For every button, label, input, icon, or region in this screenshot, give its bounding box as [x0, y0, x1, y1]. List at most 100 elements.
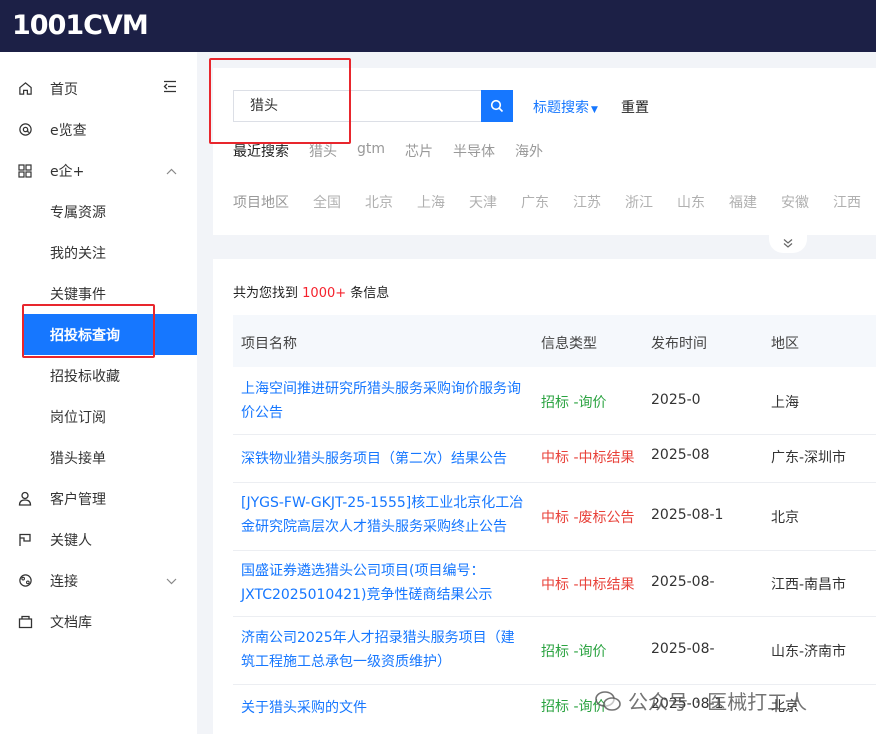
grid-icon	[17, 163, 33, 179]
result-count-prefix: 共为您找到	[233, 286, 299, 301]
table-row[interactable]: 深铁物业猎头服务项目（第二次）结果公告 中标 -中标结果 2025-08 广东-…	[233, 435, 876, 483]
brand-logo[interactable]: 1001CVM	[12, 11, 149, 41]
sidebar-item-label: 招投标收藏	[50, 368, 120, 385]
sidebar-item-bid-search[interactable]: 招投标查询	[22, 314, 197, 355]
recent-tag[interactable]: 半导体	[453, 141, 495, 161]
caret-down-icon: ▼	[591, 105, 598, 115]
search-mode-label: 标题搜索	[533, 100, 589, 116]
region-option[interactable]: 天津	[469, 192, 497, 212]
table-header: 项目名称 信息类型 发布时间 地区	[233, 315, 876, 367]
reset-button[interactable]: 重置	[621, 97, 649, 117]
publish-date: 2025-08	[651, 447, 710, 463]
result-count-suffix: 条信息	[350, 286, 390, 301]
project-name-link[interactable]: [JYGS-FW-GKJT-25-1555]核工业北京化工冶金研究院高层次人才猎…	[241, 491, 525, 539]
sidebar-item-elancha[interactable]: e览查	[0, 109, 197, 150]
recent-searches-label: 最近搜索	[233, 144, 289, 160]
project-name-link[interactable]: 深铁物业猎头服务项目（第二次）结果公告	[241, 447, 525, 471]
search-mode-dropdown[interactable]: 标题搜索 ▼	[533, 97, 598, 117]
project-name-link[interactable]: 济南公司2025年人才招录猎头服务项目（建筑工程施工总承包一级资质维护）	[241, 626, 525, 674]
sidebar: 首页 e览查 e企+ 专属资源 我的关注 关键事件 招投标查询 招投标收藏 岗位…	[0, 52, 197, 734]
region-option[interactable]: 上海	[417, 192, 445, 212]
region-option[interactable]: 江苏	[573, 192, 601, 212]
search-button[interactable]	[481, 90, 513, 122]
expand-filters-button[interactable]	[769, 235, 807, 253]
watermark: 公众号 · 医械打工人	[594, 686, 807, 715]
sidebar-item-connect[interactable]: 连接	[0, 560, 197, 601]
column-header-region: 地区	[771, 336, 799, 352]
result-count-number: 1000+	[302, 286, 347, 301]
double-chevron-down-icon	[783, 239, 793, 248]
region-option[interactable]: 福建	[729, 192, 757, 212]
publish-date: 2025-08-1	[651, 507, 724, 523]
recent-tag[interactable]: gtm	[357, 141, 385, 161]
search-input[interactable]: 猎头	[233, 90, 481, 122]
sidebar-item-docs[interactable]: 文档库	[0, 601, 197, 642]
region-option[interactable]: 山东	[677, 192, 705, 212]
sidebar-item-headhunt[interactable]: 猎头接单	[0, 437, 197, 478]
at-icon	[17, 122, 33, 138]
results-panel: 共为您找到 1000+ 条信息 项目名称 信息类型 发布时间 地区 上海空间推进…	[213, 259, 876, 734]
chevron-up-icon	[166, 163, 177, 179]
project-name-link[interactable]: 关于猎头采购的文件	[241, 696, 525, 720]
table-row[interactable]: 国盛证券遴选猎头公司项目(项目编号：JXTC2025010421)竞争性磋商结果…	[233, 551, 876, 617]
column-header-date: 发布时间	[651, 336, 707, 352]
publish-date: 2025-08-	[651, 641, 715, 657]
info-type: 中标 -废标公告	[541, 510, 635, 526]
sidebar-item-label: 连接	[50, 573, 78, 590]
home-icon	[17, 81, 33, 97]
project-name-link[interactable]: 上海空间推进研究所猎头服务采购询价服务询价公告	[241, 377, 525, 425]
region-option[interactable]: 浙江	[625, 192, 653, 212]
sidebar-item-label: 我的关注	[50, 245, 106, 262]
user-icon	[17, 491, 33, 507]
link-icon	[17, 573, 33, 589]
sidebar-item-events[interactable]: 关键事件	[0, 273, 197, 314]
recent-searches: 最近搜索 猎头 gtm 芯片 半导体 海外	[233, 141, 563, 161]
sidebar-item-customers[interactable]: 客户管理	[0, 478, 197, 519]
collapse-menu-icon[interactable]	[163, 80, 177, 97]
region-option[interactable]: 广东	[521, 192, 549, 212]
sidebar-item-label: 文档库	[50, 614, 92, 631]
column-header-name: 项目名称	[241, 336, 297, 352]
sidebar-item-label: e企+	[50, 163, 85, 180]
info-type: 招标 -询价	[541, 395, 607, 411]
chevron-down-icon	[166, 573, 177, 589]
region-filter: 项目地区 全国 北京 上海 天津 广东 江苏 浙江 山东 福建 安徽 江西	[233, 192, 876, 212]
sidebar-item-home[interactable]: 首页	[0, 68, 197, 109]
region: 北京	[771, 510, 799, 526]
flag-icon	[17, 532, 33, 548]
recent-tag[interactable]: 猎头	[309, 141, 337, 161]
region: 上海	[771, 395, 799, 411]
sidebar-item-label: 客户管理	[50, 491, 106, 508]
table-row[interactable]: 上海空间推进研究所猎头服务采购询价服务询价公告 招标 -询价 2025-0 上海	[233, 367, 876, 435]
region-option[interactable]: 安徽	[781, 192, 809, 212]
region: 江西-南昌市	[771, 577, 847, 593]
sidebar-item-eqi[interactable]: e企+	[0, 150, 197, 191]
info-type: 中标 -中标结果	[541, 577, 635, 593]
region-filter-label: 项目地区	[233, 195, 289, 211]
sidebar-item-keyperson[interactable]: 关键人	[0, 519, 197, 560]
column-header-type: 信息类型	[541, 336, 597, 352]
region-option[interactable]: 北京	[365, 192, 393, 212]
top-bar: 1001CVM	[0, 0, 876, 52]
recent-tag[interactable]: 芯片	[405, 141, 433, 161]
sidebar-item-label: 关键事件	[50, 286, 106, 303]
sidebar-item-label: 岗位订阅	[50, 409, 106, 426]
project-name-link[interactable]: 国盛证券遴选猎头公司项目(项目编号：JXTC2025010421)竞争性磋商结果…	[241, 559, 525, 607]
sidebar-item-jobs[interactable]: 岗位订阅	[0, 396, 197, 437]
region-option[interactable]: 全国	[313, 192, 341, 212]
search-panel: 猎头 标题搜索 ▼ 重置 最近搜索 猎头 gtm 芯片 半导体 海外 项目地区 全…	[213, 68, 876, 253]
region-option[interactable]: 江西	[833, 192, 861, 212]
sidebar-item-exclusive[interactable]: 专属资源	[0, 191, 197, 232]
wechat-icon	[595, 690, 621, 711]
sidebar-item-bid-fav[interactable]: 招投标收藏	[0, 355, 197, 396]
result-count: 共为您找到 1000+ 条信息	[233, 282, 389, 301]
recent-tag[interactable]: 海外	[515, 141, 543, 161]
sidebar-item-label: 猎头接单	[50, 450, 106, 467]
search-icon	[490, 99, 504, 113]
sidebar-item-follow[interactable]: 我的关注	[0, 232, 197, 273]
sidebar-item-label: 关键人	[50, 532, 92, 549]
table-row[interactable]: [JYGS-FW-GKJT-25-1555]核工业北京化工冶金研究院高层次人才猎…	[233, 483, 876, 551]
table-row[interactable]: 济南公司2025年人才招录猎头服务项目（建筑工程施工总承包一级资质维护） 招标 …	[233, 617, 876, 685]
region: 山东-济南市	[771, 644, 847, 660]
publish-date: 2025-0	[651, 392, 701, 408]
